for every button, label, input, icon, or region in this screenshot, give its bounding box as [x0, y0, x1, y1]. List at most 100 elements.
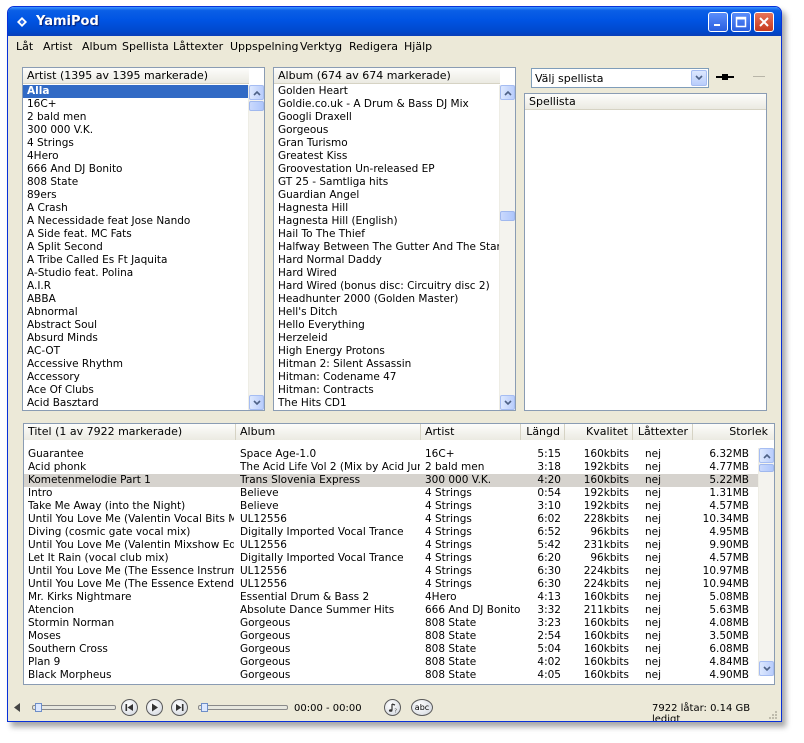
volume-slider-knob[interactable] — [35, 703, 42, 712]
volume-slider[interactable] — [32, 703, 116, 712]
col-title[interactable]: Titel (1 av 7922 markerade) — [24, 424, 236, 440]
col-size[interactable]: Storlek — [693, 424, 774, 440]
list-item[interactable]: Acid Basztard — [23, 397, 249, 410]
list-item[interactable]: Absurd Minds — [23, 332, 249, 345]
list-item[interactable]: Hitman: Contracts — [274, 384, 500, 397]
list-item[interactable]: A Tribe Called Es Ft Jaquita — [23, 254, 249, 267]
list-item[interactable]: A Crash — [23, 202, 249, 215]
scroll-thumb[interactable] — [249, 101, 264, 111]
list-item[interactable]: Hitman: Codename 47 — [274, 371, 500, 384]
list-item[interactable]: A Necessidade feat Jose Nando — [23, 215, 249, 228]
list-item[interactable]: AC-OT — [23, 345, 249, 358]
list-item[interactable]: Abnormal — [23, 306, 249, 319]
list-item[interactable]: Hard Normal Daddy — [274, 254, 500, 267]
col-album[interactable]: Album — [236, 424, 421, 440]
list-item[interactable]: 16C+ — [23, 98, 249, 111]
table-row[interactable]: Diving (cosmic gate vocal mix) Digitally … — [24, 526, 759, 539]
maximize-button[interactable] — [731, 12, 751, 32]
scroll-up-button[interactable] — [500, 85, 515, 100]
volume-left-arrow-icon[interactable] — [14, 703, 21, 712]
table-row[interactable]: Intro Believe 4 Strings 0:54 192kbits nej 1.31… — [24, 487, 759, 500]
table-row[interactable]: Let It Rain (vocal club mix) Digitally Im… — [24, 552, 759, 565]
list-item[interactable]: A.I.R — [23, 280, 249, 293]
dropdown-button[interactable] — [691, 70, 707, 86]
list-item[interactable]: Accessive Rhythm — [23, 358, 249, 371]
menu-spellista[interactable]: Spellista — [122, 40, 169, 53]
list-item[interactable]: Hard Wired (bonus disc: Circuitry disc 2… — [274, 280, 500, 293]
list-item[interactable]: A Side feat. MC Fats — [23, 228, 249, 241]
minimize-button[interactable] — [708, 12, 728, 32]
list-item[interactable]: Golden Heart — [274, 85, 500, 98]
resize-grip-icon[interactable] — [766, 708, 778, 720]
list-item[interactable]: A-Studio feat. Polina — [23, 267, 249, 280]
table-row[interactable]: Atencion Absolute Dance Summer Hits 666 An… — [24, 604, 759, 617]
close-button[interactable] — [754, 12, 774, 32]
table-row[interactable]: Until You Love Me (Valentin Mixshow Edit… — [24, 539, 759, 552]
list-item[interactable]: The Hits CD1 — [274, 397, 500, 410]
list-item[interactable]: Gran Turismo — [274, 137, 500, 150]
col-artist[interactable]: Artist — [421, 424, 521, 440]
list-item[interactable]: 89ers — [23, 189, 249, 202]
list-item[interactable]: 666 And DJ Bonito — [23, 163, 249, 176]
play-button[interactable] — [146, 699, 163, 716]
list-item[interactable]: Groovestation Un-released EP — [274, 163, 500, 176]
position-slider-knob[interactable] — [201, 703, 208, 712]
title-bar[interactable]: YamiPod — [8, 7, 781, 36]
music-info-button[interactable]: ? — [384, 699, 401, 716]
col-length[interactable]: Längd — [521, 424, 565, 440]
list-item[interactable]: A Split Second — [23, 241, 249, 254]
list-item[interactable]: Hail To The Thief — [274, 228, 500, 241]
menu-lat[interactable]: Låt — [16, 40, 33, 53]
col-lyrics[interactable]: Låttexter — [633, 424, 693, 440]
scroll-down-button[interactable] — [759, 661, 774, 676]
col-quality[interactable]: Kvalitet — [565, 424, 633, 440]
list-item[interactable]: Hell's Ditch — [274, 306, 500, 319]
list-item[interactable]: 2 bald men — [23, 111, 249, 124]
scroll-down-button[interactable] — [249, 395, 264, 410]
list-item[interactable]: 808 State — [23, 176, 249, 189]
list-item[interactable]: Hagnesta Hill (English) — [274, 215, 500, 228]
list-item[interactable]: Gorgeous — [274, 124, 500, 137]
list-item[interactable]: Headhunter 2000 (Golden Master) — [274, 293, 500, 306]
table-row[interactable]: Stormin Norman Gorgeous 808 State 3:23 160kb… — [24, 617, 759, 630]
album-header[interactable]: Album (674 av 674 markerade) — [274, 68, 500, 84]
table-row[interactable]: Kometenmelodie Part 1 Trans Slovenia Expr… — [24, 474, 759, 487]
list-item[interactable]: 4Hero — [23, 150, 249, 163]
table-row[interactable]: Acid phonk The Acid Life Vol 2 (Mix by Ac… — [24, 461, 759, 474]
scroll-down-button[interactable] — [500, 395, 515, 410]
table-row[interactable]: Take Me Away (into the Night) Believe 4 St… — [24, 500, 759, 513]
list-item[interactable]: ABBA — [23, 293, 249, 306]
table-row[interactable]: Black Morpheus Gorgeous 808 State 4:05 160kb… — [24, 669, 759, 682]
table-row[interactable]: Guarantee Space Age-1.0 16C+ 5:15 160kbits ne… — [24, 448, 759, 461]
list-item[interactable]: Hello Everything — [274, 319, 500, 332]
playlist-header[interactable]: Spellista — [525, 94, 766, 110]
list-item[interactable]: 300 000 V.K. — [23, 124, 249, 137]
list-item[interactable]: Alla — [23, 85, 249, 98]
list-item[interactable]: Guardian Angel — [274, 189, 500, 202]
menu-lattexter[interactable]: Låttexter — [173, 40, 223, 53]
list-item[interactable]: GT 25 - Samtliga hits — [274, 176, 500, 189]
table-row[interactable]: Mr. Kirks Nightmare Essential Drum & Bass… — [24, 591, 759, 604]
disconnect-icon[interactable] — [752, 71, 766, 83]
playlist-select[interactable]: Välj spellista — [531, 68, 709, 88]
list-item[interactable]: Ace Of Clubs — [23, 384, 249, 397]
menu-verktyg[interactable]: Verktyg — [300, 40, 342, 53]
list-item[interactable]: Abstract Soul — [23, 319, 249, 332]
list-item[interactable]: Accessory — [23, 371, 249, 384]
position-slider[interactable] — [198, 703, 288, 712]
menu-album[interactable]: Album — [82, 40, 117, 53]
scroll-thumb[interactable] — [759, 464, 774, 472]
list-item[interactable]: Greatest Kiss — [274, 150, 500, 163]
tracks-scrollbar[interactable] — [758, 448, 774, 676]
table-row[interactable]: Plan 9 Gorgeous 808 State 4:02 160kbits nej 4.… — [24, 656, 759, 669]
table-row[interactable]: Until You Love Me (Valentin Vocal Bits M… — [24, 513, 759, 526]
menu-redigera[interactable]: Redigera — [349, 40, 398, 53]
scroll-thumb[interactable] — [500, 211, 515, 221]
list-item[interactable]: Goldie.co.uk - A Drum & Bass DJ Mix — [274, 98, 500, 111]
scroll-up-button[interactable] — [759, 448, 774, 463]
list-item[interactable]: 4 Strings — [23, 137, 249, 150]
scroll-up-button[interactable] — [249, 85, 264, 100]
album-scrollbar[interactable] — [499, 85, 515, 410]
table-row[interactable]: Moses Gorgeous 808 State 2:54 160kbits nej 3.5… — [24, 630, 759, 643]
lyrics-button[interactable]: abc — [411, 699, 433, 716]
